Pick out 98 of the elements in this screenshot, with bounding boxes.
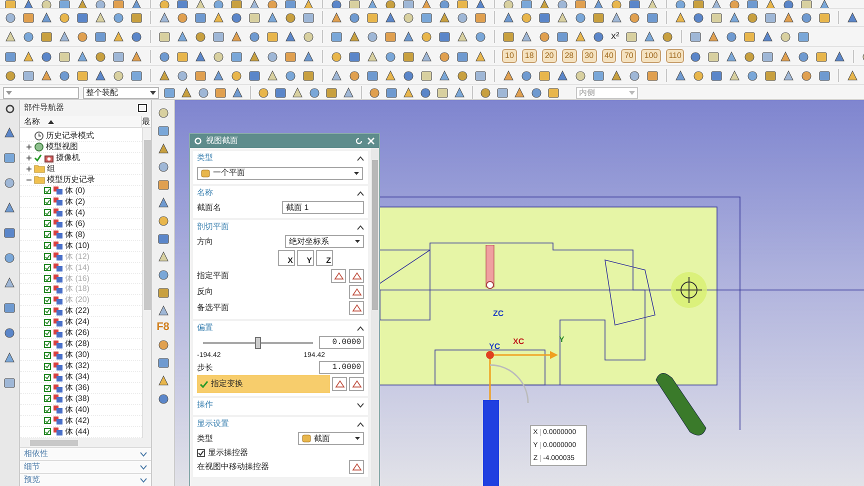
- tree-label: 体 (32): [65, 362, 90, 370]
- field-label: 指定平面: [197, 272, 229, 280]
- tree-item[interactable]: 体 (40): [20, 404, 142, 416]
- tree-label: 体 (14): [65, 264, 90, 272]
- power-button[interactable]: x²: [610, 29, 620, 44]
- tree-label: 摄像机: [56, 154, 80, 162]
- tree-item[interactable]: 体 (26): [20, 328, 142, 340]
- tree-item[interactable]: 历史记录模式: [20, 131, 142, 142]
- placement-value: 内侧: [579, 88, 595, 96]
- dialog-title: 视图截面: [206, 137, 239, 145]
- checkbox-label: 显示操控器: [208, 448, 248, 456]
- axis-button[interactable]: Z: [316, 250, 333, 266]
- tree-label: 体 (6): [65, 220, 85, 228]
- tree-item[interactable]: 体 (10): [20, 240, 142, 252]
- field-label: 备选平面: [197, 304, 229, 312]
- tree-label: 模型历史记录: [47, 176, 95, 184]
- dropdown[interactable]: 一个平面: [197, 166, 363, 180]
- panel-header[interactable]: 细节: [20, 460, 151, 473]
- tree-item[interactable]: 体 (2): [20, 196, 142, 208]
- field-label: 类型: [197, 434, 213, 442]
- axis-label: YC: [489, 343, 500, 351]
- column-header[interactable]: 名称: [20, 116, 141, 127]
- tree-item[interactable]: 体 (42): [20, 416, 142, 427]
- tree-label: 体 (26): [65, 329, 90, 338]
- tree-item[interactable]: 体 (0): [20, 186, 142, 197]
- offset-field[interactable]: 0.0000: [319, 336, 364, 349]
- tree-item[interactable]: 体 (8): [20, 230, 142, 241]
- section-header[interactable]: 剖切平面: [197, 220, 364, 234]
- panel-title: 部件导航器: [24, 102, 64, 114]
- tree-item[interactable]: 组: [20, 164, 142, 175]
- column-header[interactable]: 最: [141, 116, 151, 127]
- tree-label: 模型视图: [46, 143, 78, 151]
- field-label: 反向: [197, 288, 213, 296]
- size-button[interactable]: 10: [502, 49, 517, 63]
- size-button[interactable]: 30: [582, 49, 597, 63]
- field-label: 截面名: [197, 204, 221, 212]
- tree-label: 体 (20): [65, 296, 90, 304]
- tree-label: 体 (36): [65, 384, 90, 392]
- scope-dropdown[interactable]: 整个装配: [83, 86, 159, 98]
- tree-label: 体 (44): [65, 428, 90, 436]
- tree-item[interactable]: 体 (4): [20, 208, 142, 219]
- axis-button[interactable]: X: [278, 250, 295, 266]
- section-header[interactable]: 偏置: [197, 321, 364, 335]
- tree-label: 体 (30): [65, 351, 90, 360]
- transform-row[interactable]: 指定变换: [197, 375, 330, 393]
- tree-label: 体 (12): [65, 252, 90, 261]
- axis-label: ZC: [493, 310, 504, 318]
- tree-item[interactable]: 体 (24): [20, 317, 142, 328]
- tree-item[interactable]: 体 (36): [20, 383, 142, 394]
- tree-label: 体 (18): [65, 285, 90, 294]
- tree-item[interactable]: 体 (22): [20, 306, 142, 318]
- tree-label: 体 (8): [65, 230, 85, 239]
- tree-item[interactable]: 体 (28): [20, 339, 142, 350]
- tree-label: 体 (2): [65, 198, 85, 206]
- tree-item[interactable]: 摄像机: [20, 153, 142, 164]
- size-button[interactable]: 40: [602, 49, 616, 63]
- tree-item[interactable]: 体 (6): [20, 218, 142, 230]
- tree-label: 历史记录模式: [46, 132, 94, 140]
- scope-value: 整个装配: [86, 88, 118, 96]
- dropdown[interactable]: 绝对坐标系: [285, 235, 364, 248]
- axis-button[interactable]: Y: [297, 250, 314, 266]
- tree-label: 体 (4): [65, 208, 85, 217]
- field-label: 在视图中移动操控器: [197, 462, 269, 470]
- name-field[interactable]: 截面 1: [282, 201, 364, 214]
- tree-label: 体 (24): [65, 318, 90, 326]
- field-label: 步长: [197, 364, 213, 372]
- size-button[interactable]: 70: [621, 49, 636, 63]
- size-button[interactable]: 100: [641, 49, 661, 63]
- section-header[interactable]: 显示设置: [197, 417, 364, 431]
- size-button[interactable]: 110: [666, 49, 684, 63]
- tree-item[interactable]: 模型历史记录: [20, 174, 142, 186]
- section-header[interactable]: 名称: [197, 186, 364, 200]
- tree-item[interactable]: 体 (32): [20, 361, 142, 372]
- tree-item[interactable]: 模型视图: [20, 142, 142, 153]
- tree-item[interactable]: 体 (34): [20, 372, 142, 384]
- size-button[interactable]: 20: [542, 49, 557, 63]
- tree-label: 体 (42): [65, 416, 90, 425]
- panel-header[interactable]: 预览: [20, 473, 151, 486]
- tree-item[interactable]: 体 (38): [20, 394, 142, 405]
- dropdown[interactable]: 截面: [298, 432, 364, 445]
- tree-label: 组: [47, 164, 55, 173]
- tree-label: 体 (16): [65, 274, 90, 282]
- tree-label: 体 (22): [65, 307, 90, 316]
- tree-label: 体 (0): [65, 186, 85, 195]
- tree-label: 体 (10): [65, 242, 90, 250]
- field-label: 方向: [197, 238, 213, 246]
- tree-label: 体 (28): [65, 340, 90, 348]
- tree-label: 体 (34): [65, 373, 90, 382]
- tree-label: 体 (38): [65, 394, 90, 403]
- size-button[interactable]: 18: [522, 49, 537, 63]
- size-button[interactable]: 28: [562, 49, 577, 63]
- tree-item[interactable]: 体 (30): [20, 350, 142, 362]
- section-header[interactable]: 类型: [197, 151, 364, 165]
- column-title: 名称: [24, 118, 40, 126]
- tree-label: 体 (40): [65, 406, 90, 414]
- axis-label: XC: [513, 338, 524, 346]
- panel-header[interactable]: 相依性: [20, 447, 151, 460]
- step-field[interactable]: 1.0000: [319, 361, 364, 374]
